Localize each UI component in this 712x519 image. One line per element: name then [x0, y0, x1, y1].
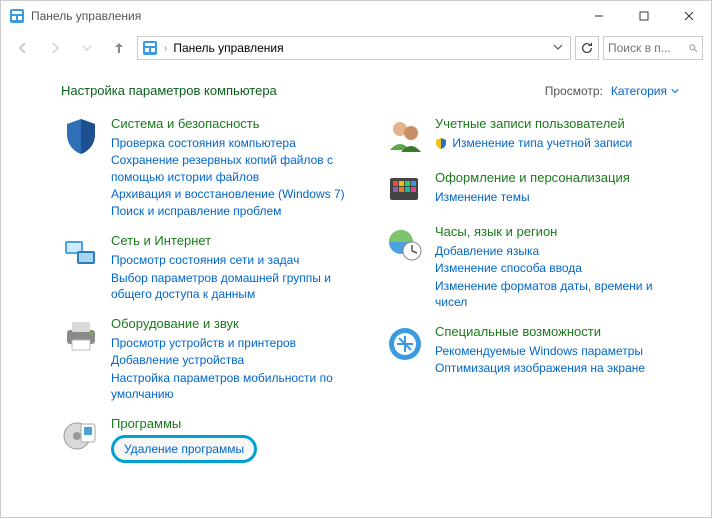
recent-dropdown[interactable] — [73, 34, 101, 62]
breadcrumb[interactable]: Панель управления — [173, 41, 283, 55]
left-column: Система и безопасность Проверка состояни… — [61, 116, 355, 463]
refresh-button[interactable] — [575, 36, 599, 60]
category-programs: Программы Удаление программы — [61, 416, 355, 463]
address-dropdown[interactable] — [550, 41, 566, 55]
category-link[interactable]: Изменение типа учетной записи — [435, 135, 632, 151]
category-title[interactable]: Часы, язык и регион — [435, 224, 679, 240]
forward-button[interactable] — [41, 34, 69, 62]
search-box[interactable] — [603, 36, 703, 60]
clock-globe-icon — [385, 224, 425, 264]
window-title: Панель управления — [31, 9, 576, 23]
category-accessibility: Специальные возможности Рекомендуемые Wi… — [385, 324, 679, 377]
category-appearance: Оформление и персонализация Изменение те… — [385, 170, 679, 210]
category-link[interactable]: Сохранение резервных копий файлов с помо… — [111, 152, 355, 184]
chevron-right-icon[interactable]: › — [164, 43, 167, 54]
category-title[interactable]: Специальные возможности — [435, 324, 645, 340]
view-by-value-text: Категория — [611, 84, 667, 98]
shield-icon — [61, 116, 101, 156]
category-clock-language: Часы, язык и регион Добавление языка Изм… — [385, 224, 679, 310]
highlight-uninstall: Удаление программы — [111, 435, 257, 463]
category-link[interactable]: Оптимизация изображения на экране — [435, 360, 645, 376]
category-link[interactable]: Поиск и исправление проблем — [111, 203, 355, 219]
accessibility-icon — [385, 324, 425, 364]
category-system-security: Система и безопасность Проверка состояни… — [61, 116, 355, 219]
content-area: Настройка параметров компьютера Просмотр… — [1, 65, 711, 519]
view-by-label: Просмотр: — [545, 84, 603, 98]
view-by: Просмотр: Категория — [545, 84, 679, 98]
category-user-accounts: Учетные записи пользователей Изменение т… — [385, 116, 679, 156]
category-title[interactable]: Сеть и Интернет — [111, 233, 355, 249]
category-link[interactable]: Изменение форматов даты, времени и чисел — [435, 278, 679, 310]
category-link-text: Изменение типа учетной записи — [452, 136, 632, 150]
category-title[interactable]: Оборудование и звук — [111, 316, 355, 332]
view-by-value[interactable]: Категория — [611, 84, 679, 98]
address-bar[interactable]: › Панель управления — [137, 36, 571, 60]
category-link[interactable]: Просмотр состояния сети и задач — [111, 252, 355, 268]
chevron-down-icon — [671, 87, 679, 95]
titlebar: Панель управления — [1, 1, 711, 31]
category-link[interactable]: Добавление устройства — [111, 352, 355, 368]
close-button[interactable] — [666, 1, 711, 31]
right-column: Учетные записи пользователей Изменение т… — [385, 116, 679, 463]
category-title[interactable]: Система и безопасность — [111, 116, 355, 132]
category-link[interactable]: Выбор параметров домашней группы и общег… — [111, 270, 355, 302]
category-link[interactable]: Изменение темы — [435, 189, 630, 205]
control-panel-icon — [9, 8, 25, 24]
control-panel-icon — [142, 40, 158, 56]
maximize-button[interactable] — [621, 1, 666, 31]
page-title: Настройка параметров компьютера — [61, 83, 277, 98]
category-link[interactable]: Настройка параметров мобильности по умол… — [111, 370, 355, 402]
up-button[interactable] — [105, 34, 133, 62]
uninstall-program-link[interactable]: Удаление программы — [124, 442, 244, 456]
appearance-icon — [385, 170, 425, 210]
search-icon — [688, 42, 698, 54]
category-title[interactable]: Учетные записи пользователей — [435, 116, 632, 132]
category-link[interactable]: Добавление языка — [435, 243, 679, 259]
window-controls — [576, 1, 711, 31]
back-button[interactable] — [9, 34, 37, 62]
uac-shield-icon — [435, 137, 447, 149]
navbar: › Панель управления — [1, 31, 711, 65]
programs-icon — [61, 416, 101, 456]
category-title[interactable]: Программы — [111, 416, 257, 432]
network-icon — [61, 233, 101, 273]
category-link[interactable]: Проверка состояния компьютера — [111, 135, 355, 151]
users-icon — [385, 116, 425, 156]
minimize-button[interactable] — [576, 1, 621, 31]
category-network: Сеть и Интернет Просмотр состояния сети … — [61, 233, 355, 302]
category-link[interactable]: Просмотр устройств и принтеров — [111, 335, 355, 351]
category-link[interactable]: Изменение способа ввода — [435, 260, 679, 276]
search-input[interactable] — [608, 41, 684, 55]
category-title[interactable]: Оформление и персонализация — [435, 170, 630, 186]
printer-icon — [61, 316, 101, 356]
category-link[interactable]: Архивация и восстановление (Windows 7) — [111, 186, 355, 202]
category-link[interactable]: Рекомендуемые Windows параметры — [435, 343, 645, 359]
category-hardware: Оборудование и звук Просмотр устройств и… — [61, 316, 355, 402]
